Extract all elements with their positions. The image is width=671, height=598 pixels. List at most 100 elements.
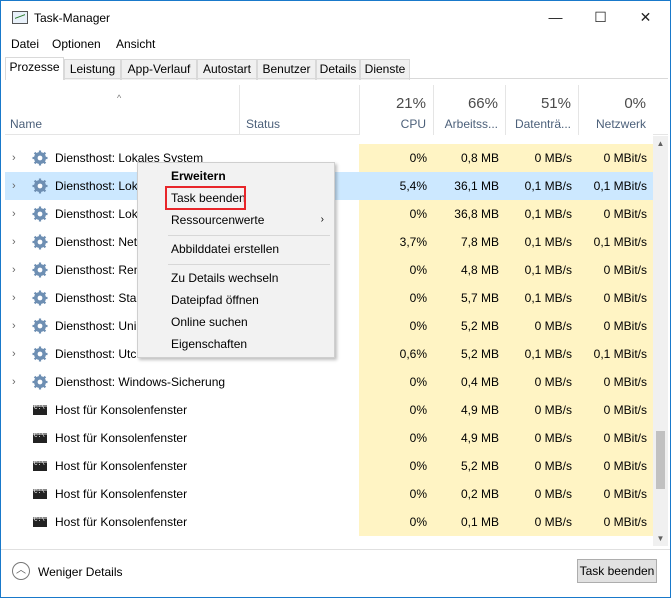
maximize-button[interactable]: ☐: [578, 1, 623, 34]
expand-chevron-icon[interactable]: ›: [12, 144, 16, 172]
process-name: Diensthost: Utc: [55, 347, 137, 361]
submenu-arrow-icon: ›: [320, 214, 324, 225]
process-net-value: 0 MBit/s: [603, 515, 647, 529]
column-memory-label: Arbeitss...: [444, 117, 498, 131]
expand-chevron-icon[interactable]: ›: [12, 312, 16, 340]
menu-optionen[interactable]: Optionen: [52, 37, 101, 51]
expand-chevron-icon[interactable]: ›: [12, 200, 16, 228]
ctx-ressourcenwerte[interactable]: Ressourcenwerte ›: [138, 209, 334, 231]
process-cpu-value: 0%: [409, 207, 427, 221]
process-name: Diensthost: Net: [55, 235, 138, 249]
column-disk[interactable]: 51% Datenträ...: [505, 85, 578, 135]
process-net-value: 0 MBit/s: [603, 487, 647, 501]
network-total-percent: 0%: [624, 95, 646, 112]
process-cpu-value: 3,7%: [399, 235, 427, 249]
process-name: Host für Konsolenfenster: [55, 403, 188, 417]
process-cpu-value: 5,4%: [399, 179, 427, 193]
expand-chevron-icon[interactable]: ›: [12, 368, 16, 396]
process-cpu-value: 0,6%: [399, 347, 427, 361]
tab-details[interactable]: Details: [316, 59, 360, 80]
table-row[interactable]: Host für Konsolenfenster 0% 0,2 MB 0 MB/s 0 …: [5, 480, 653, 508]
table-row[interactable]: › Diensthost: Windows-Sicherung 0% 0,4 MB 0 …: [5, 368, 653, 396]
process-net-value: 0 MBit/s: [603, 403, 647, 417]
process-mem-value: 5,7 MB: [460, 291, 499, 305]
process-net-value: 0,1 MBit/s: [593, 347, 647, 361]
close-button[interactable]: ✕: [623, 1, 668, 34]
window-title: Task-Manager: [34, 11, 111, 25]
ctx-ressourcenwerte-label: Ressourcenwerte: [171, 213, 265, 227]
gear-icon: [32, 290, 48, 306]
process-mem-value: 4,9 MB: [460, 431, 499, 445]
disk-total-percent: 51%: [540, 95, 571, 112]
task-manager-app-icon: [12, 11, 28, 24]
process-disk-value: 0 MB/s: [534, 319, 572, 333]
menu-bar: Datei Optionen Ansicht: [1, 34, 670, 54]
scroll-down-icon[interactable]: ▼: [653, 531, 668, 546]
process-disk-value: 0,1 MB/s: [524, 291, 572, 305]
process-disk-value: 0,1 MB/s: [524, 347, 572, 361]
column-cpu[interactable]: 21% CPU: [359, 85, 433, 135]
column-memory[interactable]: 66% Arbeitss...: [433, 85, 505, 135]
table-row[interactable]: Host für Konsolenfenster 0% 4,9 MB 0 MB/s 0 …: [5, 424, 653, 452]
tab-app-verlauf[interactable]: App-Verlauf: [121, 59, 197, 80]
table-row[interactable]: Host für Konsolenfenster 0% 0,1 MB 0 MB/s 0 …: [5, 508, 653, 536]
process-mem-value: 4,8 MB: [460, 263, 499, 277]
process-name: Diensthost: Windows-Sicherung: [55, 375, 226, 389]
column-network-label: Netzwerk: [595, 117, 646, 131]
tab-dienste[interactable]: Dienste: [360, 59, 410, 80]
column-name[interactable]: ^ Name: [5, 85, 239, 135]
menu-datei[interactable]: Datei: [11, 37, 39, 51]
tab-benutzer[interactable]: Benutzer: [257, 59, 316, 80]
end-task-button[interactable]: Task beenden: [577, 559, 657, 583]
chevron-up-icon[interactable]: ︿: [12, 562, 30, 580]
table-row[interactable]: Host für Konsolenfenster 0% 5,2 MB 0 MB/s 0 …: [5, 452, 653, 480]
console-icon: [33, 460, 47, 471]
expand-chevron-icon[interactable]: ›: [12, 256, 16, 284]
process-cpu-value: 0%: [409, 403, 427, 417]
column-network[interactable]: 0% Netzwerk: [578, 85, 653, 135]
process-disk-value: 0,1 MB/s: [524, 179, 572, 193]
process-disk-value: 0 MB/s: [534, 403, 572, 417]
process-mem-value: 5,2 MB: [460, 459, 499, 473]
minimize-button[interactable]: —: [533, 1, 578, 34]
console-icon: [33, 432, 47, 443]
process-mem-value: 5,2 MB: [460, 347, 499, 361]
ctx-erweitern[interactable]: Erweitern: [138, 165, 334, 187]
ctx-abbilddatei-erstellen[interactable]: Abbilddatei erstellen: [138, 238, 334, 260]
vertical-scrollbar[interactable]: ▲ ▼: [653, 136, 668, 546]
expand-chevron-icon[interactable]: ›: [12, 284, 16, 312]
table-row[interactable]: Host für Konsolenfenster 0% 4,9 MB 0 MB/s 0 …: [5, 396, 653, 424]
tab-autostart[interactable]: Autostart: [197, 59, 257, 80]
tab-leistung[interactable]: Leistung: [64, 59, 121, 80]
process-net-value: 0 MBit/s: [603, 207, 647, 221]
title-bar[interactable]: Task-Manager — ☐ ✕: [1, 1, 670, 34]
expand-chevron-icon[interactable]: ›: [12, 340, 16, 368]
scroll-up-icon[interactable]: ▲: [653, 136, 668, 151]
tab-prozesse[interactable]: Prozesse: [5, 57, 64, 80]
process-disk-value: 0 MB/s: [534, 487, 572, 501]
process-net-value: 0 MBit/s: [603, 431, 647, 445]
ctx-dateipfad-oeffnen[interactable]: Dateipfad öffnen: [138, 289, 334, 311]
expand-chevron-icon[interactable]: ›: [12, 228, 16, 256]
process-mem-value: 5,2 MB: [460, 319, 499, 333]
process-net-value: 0,1 MBit/s: [593, 179, 647, 193]
column-status[interactable]: Status: [239, 85, 359, 135]
menu-ansicht[interactable]: Ansicht: [116, 37, 155, 51]
task-manager-window: Task-Manager — ☐ ✕ Datei Optionen Ansich…: [0, 0, 671, 598]
context-menu: Erweitern Task beenden Ressourcenwerte ›…: [137, 162, 335, 358]
expand-chevron-icon[interactable]: ›: [12, 172, 16, 200]
process-mem-value: 0,1 MB: [460, 515, 499, 529]
process-net-value: 0 MBit/s: [603, 375, 647, 389]
fewer-details-link[interactable]: Weniger Details: [38, 565, 122, 579]
gear-icon: [32, 178, 48, 194]
process-cpu-value: 0%: [409, 291, 427, 305]
ctx-online-suchen[interactable]: Online suchen: [138, 311, 334, 333]
process-mem-value: 0,4 MB: [460, 375, 499, 389]
process-net-value: 0 MBit/s: [603, 151, 647, 165]
scrollbar-thumb[interactable]: [656, 431, 665, 489]
ctx-eigenschaften[interactable]: Eigenschaften: [138, 333, 334, 355]
console-icon: [33, 488, 47, 499]
process-mem-value: 0,2 MB: [460, 487, 499, 501]
gear-icon: [32, 318, 48, 334]
ctx-zu-details-wechseln[interactable]: Zu Details wechseln: [138, 267, 334, 289]
